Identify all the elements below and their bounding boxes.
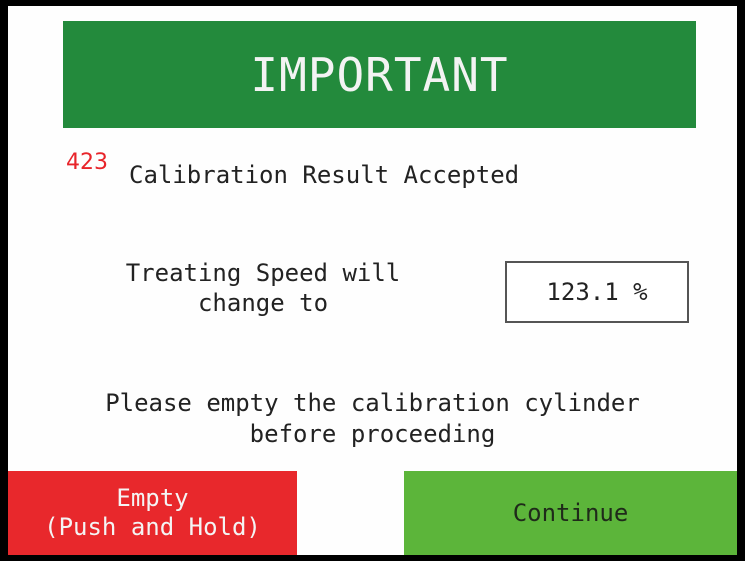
treating-speed-label-line1: Treating Speed will <box>125 259 401 287</box>
message-code: 423 <box>66 150 108 175</box>
message-text: Calibration Result Accepted <box>129 161 520 189</box>
treating-speed-value-box: 123.1 % <box>505 261 689 323</box>
empty-button-label: Empty <box>116 484 189 512</box>
treating-speed-label-line2: change to <box>197 289 329 317</box>
continue-button-label: Continue <box>512 498 629 527</box>
treating-speed-label: Treating Speed will change to <box>68 258 458 318</box>
instruction-line2: before proceeding <box>249 420 496 448</box>
continue-button[interactable]: Continue <box>404 471 737 555</box>
important-banner: IMPORTANT <box>63 21 696 128</box>
empty-button[interactable]: Empty (Push and Hold) <box>8 471 297 555</box>
instruction-text: Please empty the calibration cylinder be… <box>8 388 737 450</box>
dialog-panel: IMPORTANT 423 Calibration Result Accepte… <box>8 6 737 555</box>
empty-button-sublabel: (Push and Hold) <box>44 513 261 541</box>
treating-speed-value: 123.1 % <box>546 278 648 306</box>
instruction-line1: Please empty the calibration cylinder <box>105 389 640 417</box>
banner-title: IMPORTANT <box>250 47 509 102</box>
hmi-screen: IMPORTANT 423 Calibration Result Accepte… <box>0 0 745 561</box>
